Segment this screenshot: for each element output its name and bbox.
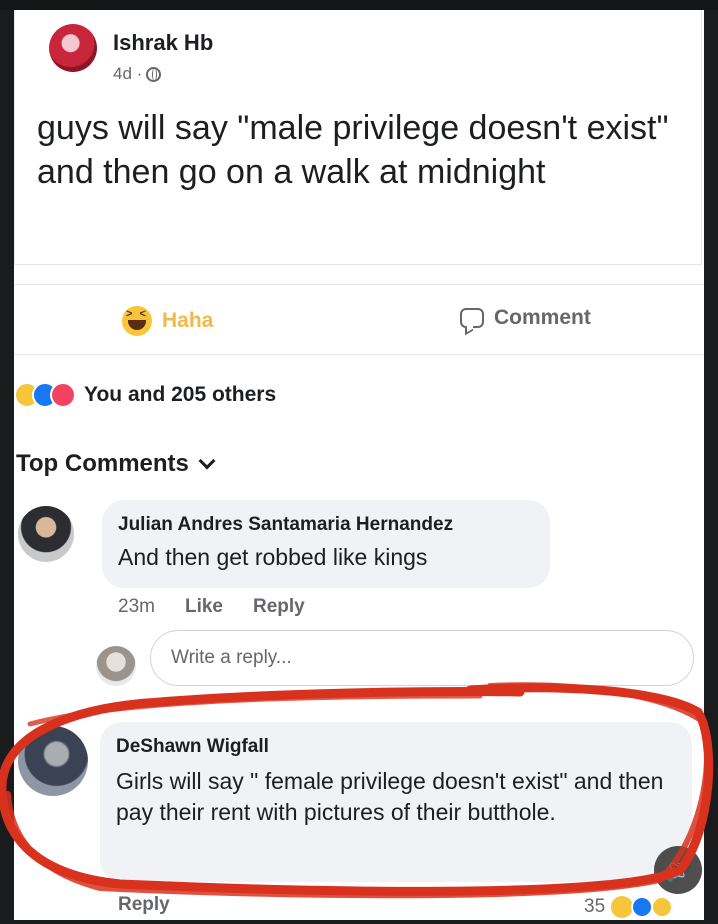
reply-link[interactable]: Reply xyxy=(118,894,170,916)
comment-icon xyxy=(460,308,484,328)
post-time[interactable]: 4d · xyxy=(113,64,142,84)
comment-bubble: Julian Andres Santamaria Hernandez And t… xyxy=(102,500,550,588)
haha-icon xyxy=(122,306,152,336)
wow-icon xyxy=(50,382,76,408)
post-card: Ishrak Hb 4d · guys will say "male privi… xyxy=(14,10,704,920)
top-comments-label: Top Comments xyxy=(16,450,189,477)
author-name[interactable]: Ishrak Hb xyxy=(113,30,213,56)
reactions-summary[interactable]: You and 205 others xyxy=(14,382,276,408)
divider xyxy=(14,354,704,355)
comment-button[interactable]: Comment xyxy=(460,306,591,330)
post-content: Ishrak Hb 4d · guys will say "male privi… xyxy=(14,10,702,265)
divider xyxy=(14,284,704,285)
top-bar xyxy=(0,0,718,10)
commenter-name[interactable]: Julian Andres Santamaria Hernandez xyxy=(118,514,453,536)
comment-bubble: DeShawn Wigfall Girls will say " female … xyxy=(100,722,692,882)
globe-icon xyxy=(146,66,162,82)
comment-label: Comment xyxy=(494,306,591,329)
haha-label: Haha xyxy=(162,309,214,332)
chevron-down-icon xyxy=(198,452,216,470)
comment-reaction-count: 35 xyxy=(584,896,606,917)
author-avatar[interactable] xyxy=(49,24,97,72)
comment-text: Girls will say " female privilege doesn'… xyxy=(116,768,664,825)
reply-link[interactable]: Reply xyxy=(253,596,305,618)
wow-icon xyxy=(651,896,674,918)
comment-reactions[interactable]: 35 xyxy=(584,896,674,918)
speaker-icon[interactable]: 🔉 xyxy=(654,846,702,894)
reaction-count: You and 205 others xyxy=(84,383,277,406)
top-comments-filter[interactable]: Top Comments xyxy=(16,450,216,478)
commenter-avatar[interactable] xyxy=(18,726,88,796)
haha-button[interactable]: Haha xyxy=(122,306,213,336)
like-link[interactable]: Like xyxy=(185,596,223,618)
like-icon xyxy=(631,896,654,918)
post-text: guys will say "male privilege doesn't ex… xyxy=(37,109,669,191)
commenter-avatar[interactable] xyxy=(18,506,74,562)
comment-text: And then get robbed like kings xyxy=(118,544,428,570)
comment-actions: Reply xyxy=(118,894,170,916)
reply-input[interactable] xyxy=(150,630,694,686)
comment-time[interactable]: 23m xyxy=(118,596,155,618)
comment-actions: 23m Like Reply xyxy=(118,596,305,618)
post-meta: 4d · xyxy=(113,64,162,84)
commenter-name[interactable]: DeShawn Wigfall xyxy=(116,736,269,758)
current-user-avatar xyxy=(96,646,136,686)
haha-icon xyxy=(611,896,634,918)
